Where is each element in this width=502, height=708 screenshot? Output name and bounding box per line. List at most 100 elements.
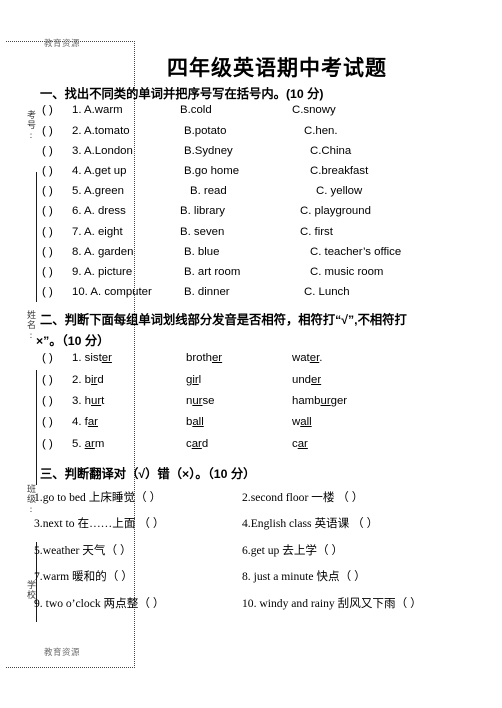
question-row: ( ) 8. A. garden B. blue C. teacher’s of… xyxy=(40,245,492,267)
section-3-items: 1.go to bed 上床睡觉（ ） 2.second floor 一楼 （ … xyxy=(34,489,492,622)
exam-page: 教育资源 教育资源 考号: 姓名: 班级: 学校 四年级英语期中考试题 一、找出… xyxy=(0,0,502,708)
answer-blank[interactable]: ( ) xyxy=(42,185,72,197)
option-c: C.China xyxy=(310,144,352,157)
word-2: card xyxy=(186,437,209,450)
word-1: 2. bird xyxy=(72,373,104,386)
word-3: water. xyxy=(292,352,323,365)
answer-blank[interactable]: ( ) xyxy=(42,374,72,386)
pronunciation-row: ( ) 5. arm card car xyxy=(40,438,492,459)
option-c: C. yellow xyxy=(316,185,363,198)
question-row: ( ) 4. A.get up B.go home C.breakfast xyxy=(40,165,492,186)
option-b: B. read xyxy=(190,185,227,198)
translation-item-left[interactable]: 9. two o’clock 两点整（ ） xyxy=(34,595,242,611)
section-2-heading-line2: ×”。（10 分） xyxy=(36,333,110,348)
question-row: ( ) 6. A. dress B. library C. playground xyxy=(40,205,492,226)
translation-item-right[interactable]: 2.second floor 一楼 （ ） xyxy=(242,489,363,505)
pronunciation-row: ( ) 3. hurt nurse hamburger xyxy=(40,395,492,416)
answer-blank[interactable]: ( ) xyxy=(42,105,72,117)
translation-row: 1.go to bed 上床睡觉（ ） 2.second floor 一楼 （ … xyxy=(34,489,492,516)
option-a: 1. A.warm xyxy=(72,104,123,117)
option-c: C. music room xyxy=(310,265,384,278)
question-row: ( ) 9. A. picture B. art room C. music r… xyxy=(40,265,492,287)
option-a: 6. A. dress xyxy=(72,205,126,218)
translation-item-left[interactable]: 5.weather 天气（ ） xyxy=(34,542,242,558)
exam-content: 四年级英语期中考试题 一、找出不同类的单词并把序号写在括号内。(10 分) ( … xyxy=(34,44,492,622)
option-a: 9. A. picture xyxy=(72,265,133,278)
answer-blank[interactable]: ( ) xyxy=(42,125,72,137)
page-title: 四年级英语期中考试题 xyxy=(167,56,387,80)
answer-blank[interactable]: ( ) xyxy=(42,145,72,157)
word-3: wall xyxy=(292,416,312,429)
option-a: 8. A. garden xyxy=(72,245,134,258)
option-c: C. teacher’s office xyxy=(310,245,402,258)
translation-item-right[interactable]: 10. windy and rainy 刮风又下雨（ ） xyxy=(242,595,422,611)
pronunciation-row: ( ) 1. sister brother water. xyxy=(40,352,492,373)
word-2: nurse xyxy=(186,395,215,408)
translation-item-left[interactable]: 7.warm 暖和的（ ） xyxy=(34,568,242,584)
answer-blank[interactable]: ( ) xyxy=(42,205,72,217)
option-c: C.hen. xyxy=(304,124,338,137)
option-a: 5. A.green xyxy=(72,185,124,198)
question-row: ( ) 1. A.warm B.cold C.snowy xyxy=(40,105,492,125)
word-3: car xyxy=(292,437,308,450)
question-row: ( ) 7. A. eight B. seven C. first xyxy=(40,225,492,247)
word-1: 5. arm xyxy=(72,437,105,450)
translation-row: 3.next to 在……上面 （ ） 4.English class 英语课 … xyxy=(34,515,492,542)
option-b: B.potato xyxy=(184,124,227,137)
answer-blank[interactable]: ( ) xyxy=(42,286,72,298)
translation-item-left[interactable]: 3.next to 在……上面 （ ） xyxy=(34,515,242,531)
answer-blank[interactable]: ( ) xyxy=(42,226,72,238)
option-b: B. blue xyxy=(184,245,220,258)
section-1-heading: 一、找出不同类的单词并把序号写在括号内。(10 分) xyxy=(40,87,324,101)
question-row: ( ) 10. A. computer B. dinner C. Lunch xyxy=(40,286,492,307)
option-a: 4. A.get up xyxy=(72,165,127,178)
answer-blank[interactable]: ( ) xyxy=(42,246,72,258)
margin-label-exam-number: 考号: xyxy=(26,110,36,141)
section-1-items: ( ) 1. A.warm B.cold C.snowy ( ) 2. A.to… xyxy=(40,105,492,307)
translation-item-right[interactable]: 4.English class 英语课 （ ） xyxy=(242,515,378,531)
question-row: ( ) 3. A.London B.Sydney C.China xyxy=(40,144,492,166)
section-2-heading-line1: 二、判断下面每组单词划线部分发音是否相符，相符打“√”,不相符打 xyxy=(40,313,407,328)
translation-row: 5.weather 天气（ ） 6.get up 去上学（ ） xyxy=(34,542,492,569)
translation-row: 7.warm 暖和的（ ） 8. just a minute 快点（ ） xyxy=(34,568,492,595)
word-3: under xyxy=(292,373,322,386)
option-c: C. playground xyxy=(300,205,371,218)
option-b: B.Sydney xyxy=(184,144,233,157)
option-c: C.snowy xyxy=(292,104,336,117)
section-3-heading: 三、判断翻译对（√）错（×）。（10 分） xyxy=(40,467,256,482)
margin-rule-2 xyxy=(36,370,37,485)
translation-item-right[interactable]: 8. just a minute 快点（ ） xyxy=(242,568,366,584)
word-2: ball xyxy=(186,416,204,429)
option-c: C.breakfast xyxy=(310,165,369,178)
section-2-items: ( ) 1. sister brother water. ( ) 2. bird… xyxy=(40,352,492,459)
pronunciation-row: ( ) 2. bird girl under xyxy=(40,374,492,395)
word-2: brother xyxy=(186,352,223,365)
answer-blank[interactable]: ( ) xyxy=(42,395,72,407)
pronunciation-row: ( ) 4. far ball wall xyxy=(40,416,492,437)
translation-row: 9. two o’clock 两点整（ ） 10. windy and rain… xyxy=(34,595,492,622)
question-row: ( ) 5. A.green B. read C. yellow xyxy=(40,185,492,206)
word-1: 3. hurt xyxy=(72,395,105,408)
translation-item-right[interactable]: 6.get up 去上学（ ） xyxy=(242,542,343,558)
option-c: C. Lunch xyxy=(304,286,350,299)
option-b: B.cold xyxy=(180,104,212,117)
option-c: C. first xyxy=(300,225,333,238)
question-row: ( ) 2. A.tomato B.potato C.hen. xyxy=(40,124,492,146)
answer-blank[interactable]: ( ) xyxy=(42,266,72,278)
option-b: B.go home xyxy=(184,165,240,178)
word-3: hamburger xyxy=(292,395,348,408)
answer-blank[interactable]: ( ) xyxy=(42,165,72,177)
margin-rule-1 xyxy=(36,172,37,302)
answer-blank[interactable]: ( ) xyxy=(42,416,72,428)
option-a: 2. A.tomato xyxy=(72,124,130,137)
translation-item-left[interactable]: 1.go to bed 上床睡觉（ ） xyxy=(34,489,242,505)
answer-blank[interactable]: ( ) xyxy=(42,352,72,364)
word-1: 4. far xyxy=(72,416,98,429)
answer-blank[interactable]: ( ) xyxy=(42,438,72,450)
option-b: B. dinner xyxy=(184,286,230,299)
option-b: B. library xyxy=(180,205,225,218)
word-2: girl xyxy=(186,373,202,386)
option-b: B. art room xyxy=(184,265,241,278)
option-a: 10. A. computer xyxy=(72,286,152,299)
option-a: 7. A. eight xyxy=(72,225,123,238)
